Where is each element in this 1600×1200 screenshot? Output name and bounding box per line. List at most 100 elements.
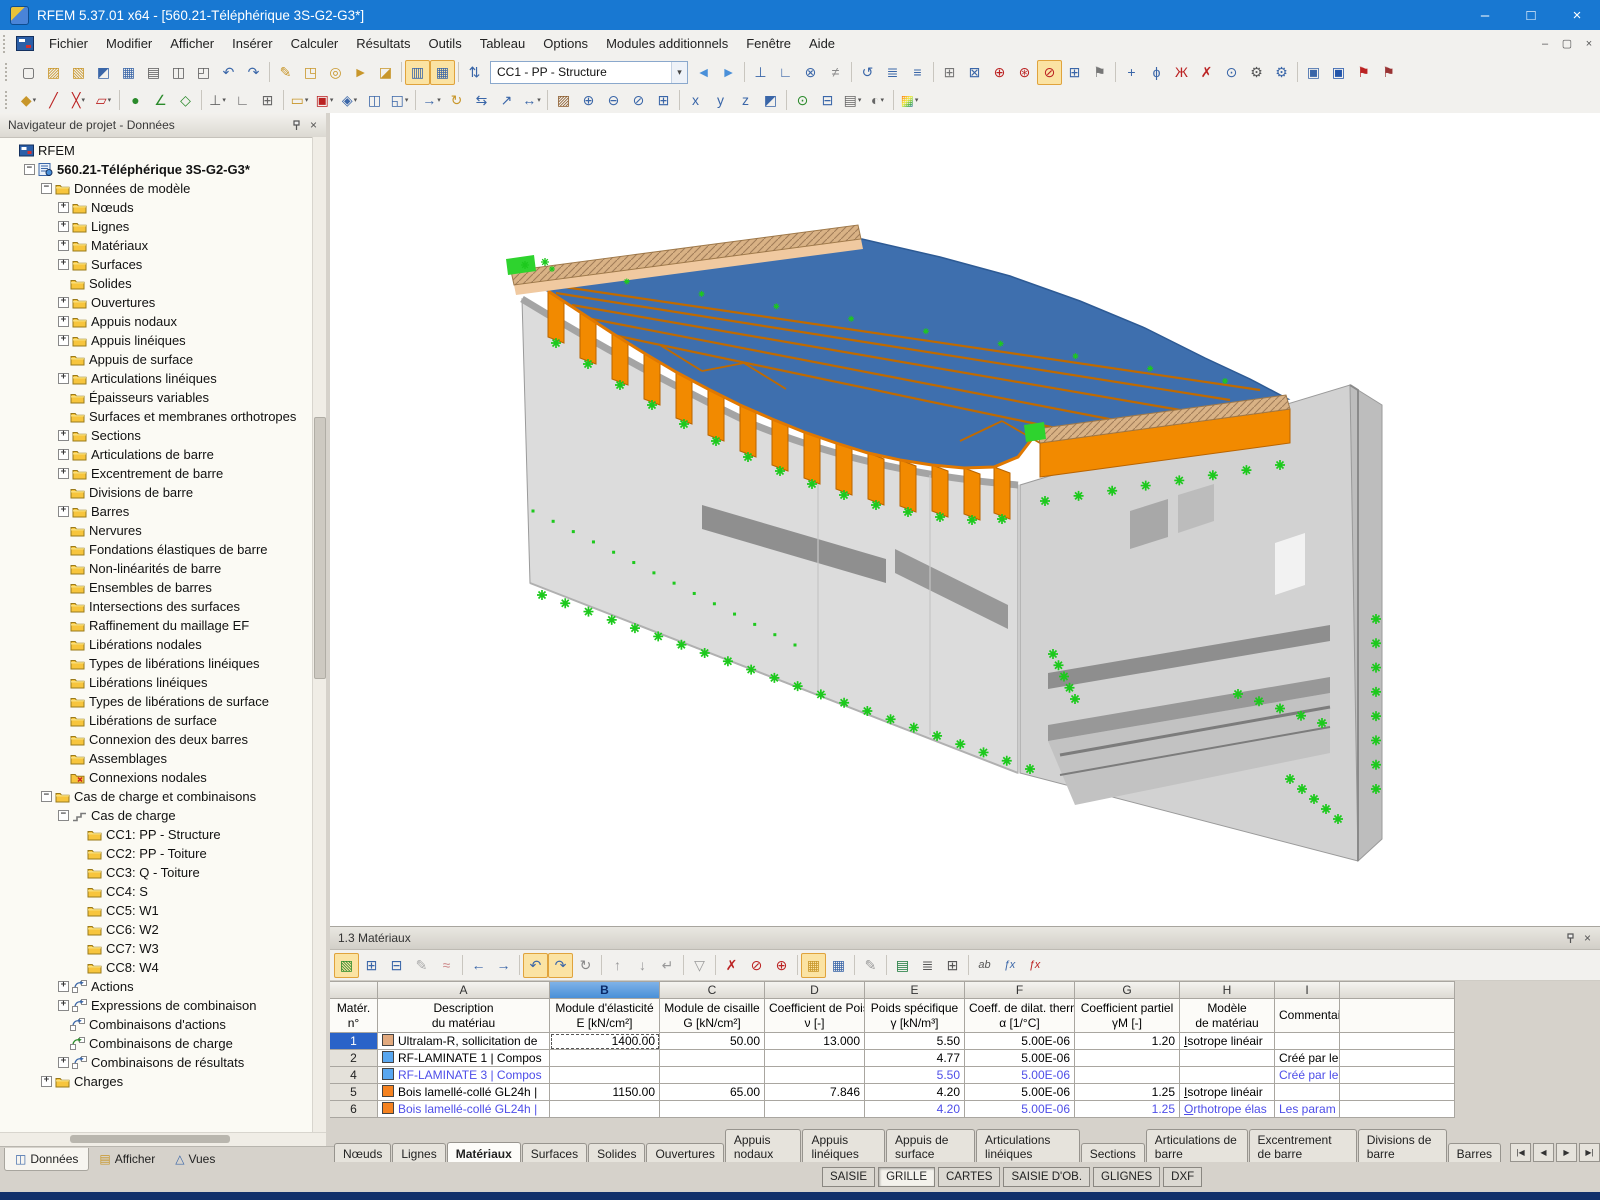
- new-solid-icon[interactable]: ◈▾: [337, 88, 362, 113]
- check-model-icon[interactable]: ⊞: [1062, 60, 1087, 85]
- display-panel-icon[interactable]: ▣: [1301, 60, 1326, 85]
- tree-item-n-uds[interactable]: +Nœuds: [4, 198, 326, 217]
- cell-g-5[interactable]: 1.25: [1075, 1084, 1180, 1101]
- previous-table-icon[interactable]: ←: [466, 953, 491, 978]
- column-header-blank[interactable]: [330, 981, 378, 999]
- cell-e-6[interactable]: 4.20: [865, 1101, 965, 1118]
- cell-empty[interactable]: [1340, 1101, 1455, 1118]
- cell-b-5[interactable]: 1150.00: [550, 1084, 660, 1101]
- redo-table-icon[interactable]: ↷: [548, 953, 573, 978]
- insert-surface-icon[interactable]: ◇: [173, 88, 198, 113]
- line-percent-icon[interactable]: ╳▾: [66, 88, 91, 113]
- cell-i-6[interactable]: Les param: [1275, 1101, 1340, 1118]
- dropdown-arrow-icon[interactable]: ▾: [537, 96, 541, 104]
- table-tab-solides[interactable]: Solides: [588, 1143, 645, 1163]
- table-tab-n-uds[interactable]: Nœuds: [334, 1143, 391, 1163]
- table-edit-mode-icon[interactable]: ▧: [334, 953, 359, 978]
- next-table-icon[interactable]: ▶: [1556, 1143, 1577, 1162]
- new-block-icon[interactable]: ◫: [362, 88, 387, 113]
- tree-item-combinaisons-d-actions[interactable]: Combinaisons d'actions: [4, 1015, 326, 1034]
- redo-icon[interactable]: ↷: [241, 60, 266, 85]
- table-tab-articulations-de-barre[interactable]: Articulations de barre: [1146, 1129, 1248, 1163]
- tree-item-articulations-de-barre[interactable]: +Articulations de barre: [4, 445, 326, 464]
- expand-icon[interactable]: +: [58, 449, 69, 460]
- status-toggle-glignes[interactable]: GLIGNES: [1093, 1167, 1160, 1187]
- undo-icon[interactable]: ↶: [216, 60, 241, 85]
- table-tab-materiaux[interactable]: Matériaux: [447, 1142, 521, 1163]
- nodal-support-icon[interactable]: ⊥: [748, 60, 773, 85]
- export-excel-icon[interactable]: ▤: [890, 953, 915, 978]
- hinge-tool-icon[interactable]: ∟: [230, 88, 255, 113]
- copy-icon[interactable]: ◫: [166, 60, 191, 85]
- cell-f-6[interactable]: 5.00E-06: [965, 1101, 1075, 1118]
- cell-g-1[interactable]: 1.20: [1075, 1033, 1180, 1050]
- cell-e-1[interactable]: 5.50: [865, 1033, 965, 1050]
- tree-item-appuis-de-surface[interactable]: Appuis de surface: [4, 350, 326, 369]
- polyline-icon[interactable]: ▱▾: [91, 88, 116, 113]
- formula-delete-icon[interactable]: ƒx: [1022, 953, 1047, 978]
- calculate-icon[interactable]: ⊕: [987, 60, 1012, 85]
- cell-description[interactable]: Bois lamellé-collé GL24h |: [378, 1084, 550, 1101]
- tree-item-ouvertures[interactable]: +Ouvertures: [4, 293, 326, 312]
- new-view-icon[interactable]: ◪: [373, 60, 398, 85]
- tree-item-560-21-telepherique-3s-g2-g3[interactable]: −560.21-Téléphérique 3S-G2-G3*: [4, 160, 326, 179]
- cell-f-2[interactable]: 5.00E-06: [965, 1050, 1075, 1067]
- refresh-table-icon[interactable]: ↻: [573, 953, 598, 978]
- pick-object-icon[interactable]: ►: [348, 60, 373, 85]
- open-file-icon[interactable]: ▨: [41, 60, 66, 85]
- cell-i-2[interactable]: Créé par le: [1275, 1050, 1340, 1067]
- tree-item-surfaces[interactable]: +Surfaces: [4, 255, 326, 274]
- dropdown-arrow-icon[interactable]: ▾: [305, 96, 309, 104]
- display-properties-icon[interactable]: ▤▾: [840, 88, 865, 113]
- tree-item-connexions-nodales[interactable]: Connexions nodales: [4, 768, 326, 787]
- tree-item-excentrement-de-barre[interactable]: +Excentrement de barre: [4, 464, 326, 483]
- cell-i-4[interactable]: Créé par le: [1275, 1067, 1340, 1084]
- close-panel-icon[interactable]: ×: [305, 117, 322, 134]
- show-tables-icon[interactable]: ▥: [405, 60, 430, 85]
- dropdown-arrow-icon[interactable]: ▾: [354, 96, 358, 104]
- column-header-H[interactable]: H: [1180, 981, 1275, 999]
- column-header-F[interactable]: F: [965, 981, 1075, 999]
- tree-item-surfaces-et-membranes-orthotropes[interactable]: Surfaces et membranes orthotropes: [4, 407, 326, 426]
- cell-description[interactable]: Ultralam-R, sollicitation de: [378, 1033, 550, 1050]
- mdi-close-button[interactable]: ×: [1578, 38, 1600, 50]
- collapse-icon[interactable]: −: [41, 791, 52, 802]
- column-header-E[interactable]: E: [865, 981, 965, 999]
- expand-icon[interactable]: +: [58, 221, 69, 232]
- cut-row-icon[interactable]: ⊘: [744, 953, 769, 978]
- view-y-icon[interactable]: y: [708, 88, 733, 113]
- status-toggle-dxf[interactable]: DXF: [1163, 1167, 1202, 1187]
- table-calc-icon[interactable]: ≣: [880, 60, 905, 85]
- table-tab-surfaces[interactable]: Surfaces: [522, 1143, 587, 1163]
- cell-f-1[interactable]: 5.00E-06: [965, 1033, 1075, 1050]
- menu-resultats[interactable]: Résultats: [347, 32, 419, 55]
- navigator-tab-afficher[interactable]: ▤Afficher: [89, 1148, 165, 1170]
- cell-c-5[interactable]: 65.00: [660, 1084, 765, 1101]
- render-mode-icon[interactable]: ◐▾: [865, 88, 890, 113]
- rotate-icon[interactable]: ↻: [444, 88, 469, 113]
- collapse-icon[interactable]: −: [58, 810, 69, 821]
- menu-modules-additionnels[interactable]: Modules additionnels: [597, 32, 737, 55]
- tree-item-assemblages[interactable]: Assemblages: [4, 749, 326, 768]
- status-toggle-grille[interactable]: GRILLE: [878, 1167, 935, 1187]
- cell-f-4[interactable]: 5.00E-06: [965, 1067, 1075, 1084]
- cell-b-2[interactable]: [550, 1050, 660, 1067]
- mirror-icon[interactable]: Ж: [1169, 60, 1194, 85]
- dropdown-arrow-icon[interactable]: ▾: [858, 96, 862, 104]
- new-surface-icon[interactable]: ▭▾: [287, 88, 312, 113]
- filter-icon[interactable]: ▽: [687, 953, 712, 978]
- table-tab-divisions-de-barre[interactable]: Divisions de barre: [1358, 1129, 1447, 1163]
- cell-d-5[interactable]: 7.846: [765, 1084, 865, 1101]
- cell-e-5[interactable]: 4.20: [865, 1084, 965, 1101]
- cell-f-5[interactable]: 5.00E-06: [965, 1084, 1075, 1101]
- tree-item-cc1-pp-structure[interactable]: CC1: PP - Structure: [4, 825, 326, 844]
- cell-b-6[interactable]: [550, 1101, 660, 1118]
- insert-row-icon[interactable]: ⊞: [359, 953, 384, 978]
- row-number[interactable]: 4: [330, 1067, 378, 1084]
- calculate-all-icon[interactable]: ⊛: [1012, 60, 1037, 85]
- expand-icon[interactable]: +: [58, 373, 69, 384]
- cell-h-4[interactable]: [1180, 1067, 1275, 1084]
- tree-item-nervures[interactable]: Nervures: [4, 521, 326, 540]
- menu-modifier[interactable]: Modifier: [97, 32, 161, 55]
- close-panel-icon[interactable]: ×: [1579, 930, 1596, 947]
